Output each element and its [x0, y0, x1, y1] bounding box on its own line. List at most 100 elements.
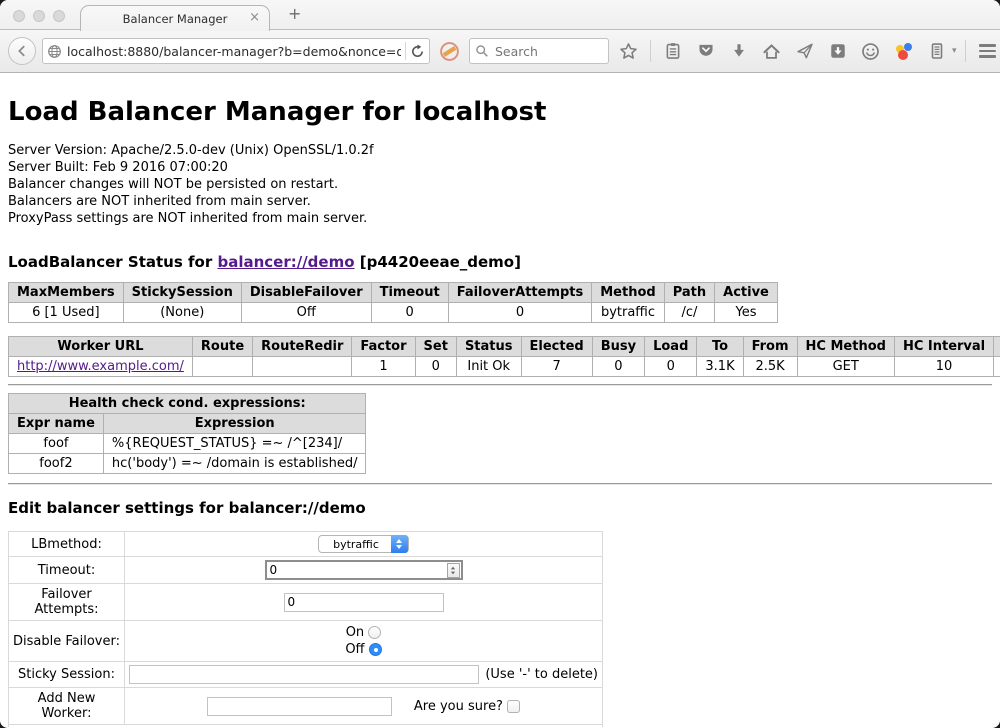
cell-factor: 1: [352, 357, 415, 377]
sticky-session-hint: (Use '-' to delete): [485, 667, 598, 682]
tab-close-icon[interactable]: ×: [249, 10, 260, 25]
sticky-session-label: Sticky Session:: [9, 662, 125, 688]
status-heading-prefix: LoadBalancer Status for: [8, 253, 217, 271]
search-bar[interactable]: [469, 38, 609, 64]
sidebar-list-button[interactable]: [923, 38, 950, 65]
table-row: 6 [1 Used] (None) Off 0 0 bytraffic /c/ …: [9, 303, 778, 323]
cell-active: Yes: [715, 303, 778, 323]
block-button[interactable]: [436, 38, 463, 65]
form-row-failover-attempts: Failover Attempts:: [9, 584, 603, 621]
new-tab-button[interactable]: +: [288, 4, 301, 23]
lbmethod-label: LBmethod:: [9, 532, 125, 557]
timeout-value: 0: [270, 563, 447, 577]
worker-table: Worker URL Route RouteRedir Factor Set S…: [8, 336, 1000, 377]
reading-list-button[interactable]: [659, 38, 686, 65]
sticky-session-input[interactable]: [129, 665, 479, 684]
col-factor: Factor: [352, 337, 415, 357]
number-stepper-icon[interactable]: [447, 563, 460, 578]
disable-failover-cell: On Off: [125, 621, 603, 662]
downloads-button[interactable]: [725, 38, 752, 65]
col-load: Load: [645, 337, 697, 357]
disable-failover-on-radio[interactable]: [368, 626, 381, 639]
table-header-row: Worker URL Route RouteRedir Factor Set S…: [9, 337, 1000, 357]
col-elected: Elected: [521, 337, 592, 357]
health-check-table: Health check cond. expressions: Expr nam…: [8, 393, 366, 474]
persist-note-line: Balancer changes will NOT be persisted o…: [8, 176, 992, 193]
cell-route: [192, 357, 252, 377]
send-icon: [796, 42, 814, 60]
bookmark-star-icon: [619, 42, 638, 61]
disable-failover-off-radio[interactable]: [369, 643, 382, 656]
menu-icon: [979, 44, 996, 58]
url-bar[interactable]: localhost:8880/balancer-manager?b=demo&n…: [42, 38, 430, 64]
tab-title: Balancer Manager: [123, 12, 228, 26]
col-timeout: Timeout: [371, 283, 448, 303]
home-button[interactable]: [758, 38, 785, 65]
cell-busy: 0: [592, 357, 644, 377]
col-to: To: [697, 337, 743, 357]
home-icon: [762, 42, 781, 61]
save-to-device-button[interactable]: [824, 38, 851, 65]
extension-button[interactable]: [890, 38, 917, 65]
url-text[interactable]: localhost:8880/balancer-manager?b=demo&n…: [67, 44, 401, 59]
back-button[interactable]: [8, 37, 36, 65]
col-active: Active: [715, 283, 778, 303]
cell-status: Init Ok: [456, 357, 521, 377]
lbmethod-selected-value: bytraffic: [319, 538, 391, 551]
cell-failoverattempts: 0: [448, 303, 592, 323]
zoom-window-button[interactable]: [53, 10, 65, 22]
search-input[interactable]: [493, 43, 593, 60]
reload-icon[interactable]: [410, 44, 425, 59]
cell-path: /c/: [664, 303, 714, 323]
worker-url-link[interactable]: http://www.example.com/: [17, 359, 184, 374]
cell-disablefailover: Off: [241, 303, 371, 323]
feedback-button[interactable]: [857, 38, 884, 65]
are-you-sure-checkbox[interactable]: [507, 700, 520, 713]
edit-balancer-form: LBmethod: bytraffic Timeout: 0: [8, 531, 603, 727]
close-window-button[interactable]: [13, 10, 25, 22]
bookmark-button[interactable]: [615, 38, 642, 65]
lbmethod-select[interactable]: bytraffic: [318, 535, 409, 553]
col-maxmembers: MaxMembers: [9, 283, 124, 303]
menu-button[interactable]: [974, 38, 1000, 65]
timeout-input[interactable]: 0: [265, 560, 463, 580]
col-route: Route: [192, 337, 252, 357]
chevron-down-icon[interactable]: ▾: [952, 46, 957, 56]
col-hc-interval: HC Interval: [894, 337, 993, 357]
toolbar-divider: [650, 40, 651, 62]
cell-load: 0: [645, 357, 697, 377]
server-built-line: Server Built: Feb 9 2016 07:00:20: [8, 159, 992, 176]
loadbalancer-status-heading: LoadBalancer Status for balancer://demo …: [8, 253, 992, 271]
server-version-line: Server Version: Apache/2.5.0-dev (Unix) …: [8, 142, 992, 159]
proxypass-note-line: ProxyPass settings are NOT inherited fro…: [8, 210, 992, 227]
disable-failover-label: Disable Failover:: [9, 621, 125, 662]
table-header-row: MaxMembers StickySession DisableFailover…: [9, 283, 778, 303]
col-expr-name: Expr name: [9, 414, 104, 434]
pocket-button[interactable]: [692, 38, 719, 65]
divider: [8, 483, 992, 485]
balancer-demo-link[interactable]: balancer://demo: [217, 253, 354, 271]
browser-window: Balancer Manager × + localhost:8880/bala…: [0, 0, 1000, 728]
radio-on-label: On: [346, 625, 364, 640]
cell-maxmembers: 6 [1 Used]: [9, 303, 124, 323]
form-row-submit: Submit: [9, 725, 603, 728]
extensions-dots-icon: [895, 42, 913, 60]
clipboard-icon: [664, 42, 682, 60]
tab-balancer-manager[interactable]: Balancer Manager ×: [80, 5, 270, 31]
form-row-sticky-session: Sticky Session: (Use '-' to delete): [9, 662, 603, 688]
failover-attempts-label: Failover Attempts:: [9, 584, 125, 621]
back-icon: [15, 44, 29, 58]
are-you-sure-label: Are you sure?: [414, 699, 503, 714]
col-busy: Busy: [592, 337, 644, 357]
add-worker-input[interactable]: [207, 697, 392, 716]
failover-attempts-input[interactable]: [284, 593, 444, 612]
window-controls[interactable]: [13, 10, 65, 22]
minimize-window-button[interactable]: [33, 10, 45, 22]
share-button[interactable]: [791, 38, 818, 65]
navigation-toolbar: localhost:8880/balancer-manager?b=demo&n…: [0, 30, 1000, 73]
cell-worker-url: http://www.example.com/: [9, 357, 193, 377]
form-row-add-worker: Add New Worker: Are you sure?: [9, 688, 603, 725]
timeout-label: Timeout:: [9, 557, 125, 584]
form-row-timeout: Timeout: 0: [9, 557, 603, 584]
col-expression: Expression: [103, 414, 366, 434]
